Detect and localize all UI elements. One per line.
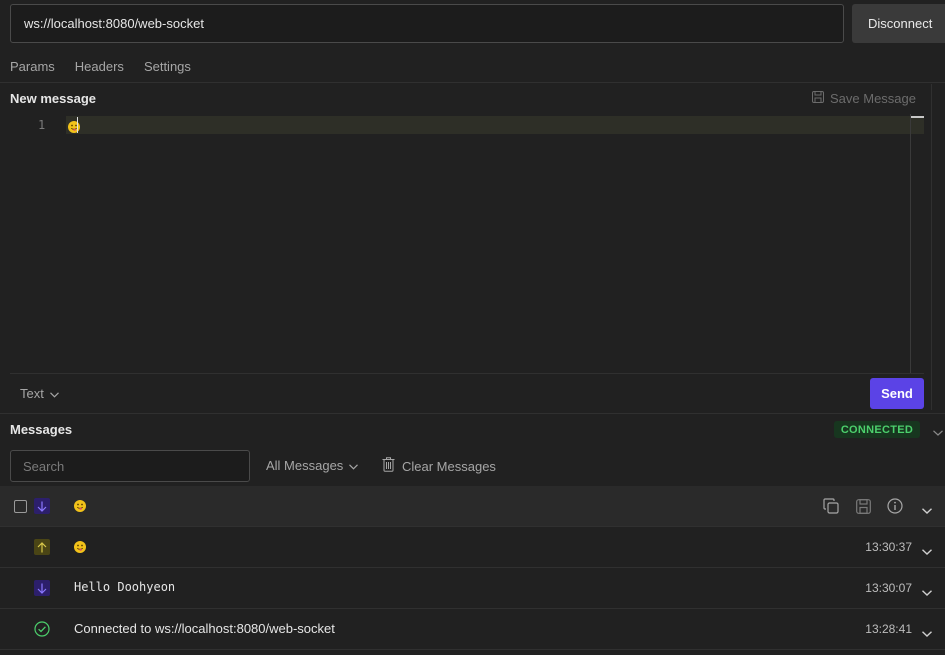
chevron-down-icon[interactable]	[922, 543, 932, 558]
disconnect-button[interactable]: Disconnect	[852, 4, 945, 43]
info-icon[interactable]	[886, 497, 904, 515]
format-dropdown[interactable]: Text	[20, 386, 59, 401]
request-tabs: Params Headers Settings	[10, 59, 211, 74]
message-editor[interactable]: 1	[10, 114, 924, 373]
save-message-label: Save Message	[830, 91, 916, 106]
panel-resize-rail[interactable]	[931, 84, 932, 410]
status-badge: CONNECTED	[834, 421, 920, 438]
scrollbar-thumb[interactable]	[911, 116, 924, 118]
active-line-highlight	[66, 116, 924, 134]
clear-messages-label: Clear Messages	[402, 458, 496, 474]
text-cursor	[77, 117, 78, 133]
message-time: 13:28:41	[865, 622, 912, 636]
url-input[interactable]: ws://localhost:8080/web-socket	[10, 4, 844, 43]
message-checkbox[interactable]	[14, 500, 27, 513]
trash-icon	[382, 457, 395, 475]
chevron-down-icon	[349, 458, 359, 473]
floppy-icon	[812, 91, 824, 106]
message-row[interactable]: Hello Doohyeon 13:30:07	[0, 568, 945, 609]
message-time: 13:30:37	[865, 540, 912, 554]
clear-messages-button[interactable]: Clear Messages	[382, 457, 496, 475]
message-row[interactable]: 13:30:37	[0, 527, 945, 568]
collapse-chevron-icon[interactable]	[933, 424, 943, 439]
message-content	[74, 539, 86, 553]
url-value: ws://localhost:8080/web-socket	[24, 16, 204, 31]
copy-icon[interactable]	[822, 497, 840, 515]
tongue-emoji-icon	[68, 120, 80, 133]
composer-divider	[0, 413, 945, 414]
message-row[interactable]: Connected to ws://localhost:8080/web-soc…	[0, 609, 945, 650]
editor-content	[68, 118, 80, 133]
chevron-down-icon[interactable]	[922, 625, 932, 640]
arrow-down-icon	[34, 580, 50, 596]
tab-params[interactable]: Params	[10, 59, 55, 74]
tab-settings[interactable]: Settings	[144, 59, 191, 74]
editor-scrollbar[interactable]	[910, 114, 911, 373]
tabs-divider	[0, 82, 945, 83]
search-input[interactable]	[10, 450, 250, 482]
message-content: Connected to ws://localhost:8080/web-soc…	[74, 621, 335, 636]
message-filter-dropdown[interactable]: All Messages	[266, 458, 359, 473]
chevron-down-icon[interactable]	[922, 502, 932, 517]
chevron-down-icon	[49, 386, 59, 401]
tab-headers[interactable]: Headers	[75, 59, 124, 74]
tongue-emoji-icon	[74, 499, 86, 512]
arrow-up-icon	[34, 539, 50, 555]
message-content	[74, 498, 86, 512]
chevron-down-icon[interactable]	[922, 584, 932, 599]
messages-title: Messages	[10, 422, 73, 437]
floppy-icon[interactable]	[854, 497, 872, 515]
message-row[interactable]	[0, 486, 945, 527]
tongue-emoji-icon	[74, 540, 86, 553]
editor-divider	[10, 373, 924, 374]
check-circle-icon	[34, 621, 50, 637]
line-number: 1	[38, 118, 46, 132]
arrow-down-icon	[34, 498, 50, 514]
filter-label: All Messages	[266, 458, 344, 473]
message-content: Hello Doohyeon	[74, 580, 176, 594]
new-message-title: New message	[10, 91, 96, 106]
save-message-button[interactable]: Save Message	[812, 91, 916, 106]
send-button[interactable]: Send	[870, 378, 924, 409]
message-time: 13:30:07	[865, 581, 912, 595]
format-label: Text	[20, 386, 44, 401]
message-actions	[822, 497, 904, 515]
